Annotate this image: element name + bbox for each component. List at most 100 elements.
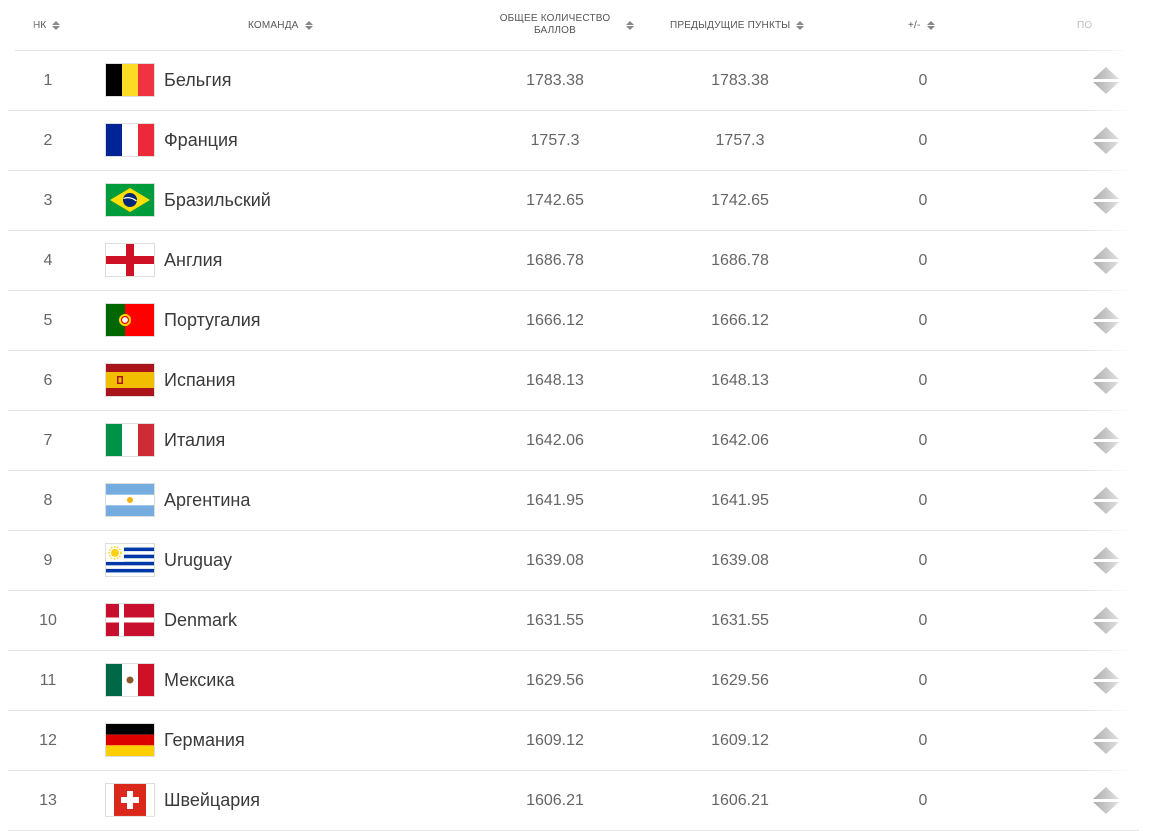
- no-change-arrows-icon: [1093, 186, 1119, 215]
- team-name[interactable]: Англия: [164, 231, 222, 290]
- team-name[interactable]: Denmark: [164, 591, 237, 650]
- position-change-cell: [1093, 771, 1119, 830]
- rank-cell: 7: [43, 431, 53, 449]
- rank-cell: 1: [43, 71, 53, 89]
- header-team[interactable]: КОМАНДА: [248, 0, 313, 50]
- table-row[interactable]: 2 Франция 1757.3 1757.3 0: [8, 111, 1139, 171]
- spain-flag-icon: [106, 364, 154, 396]
- no-change-arrows-icon: [1093, 366, 1119, 395]
- diff-cell: 0: [918, 371, 928, 389]
- table-row[interactable]: 7 Италия 1642.06 1642.06 0: [8, 411, 1139, 471]
- team-name[interactable]: Швейцария: [164, 771, 260, 830]
- portugal-flag-icon: [106, 304, 154, 336]
- table-header: НК КОМАНДА ОБЩЕЕ КОЛИЧЕСТВО БАЛЛОВ ПРЕДЫ…: [15, 0, 1124, 51]
- no-change-arrows-icon: [1093, 726, 1119, 755]
- sort-icon: [626, 20, 634, 30]
- no-change-arrows-icon: [1093, 66, 1119, 95]
- table-row[interactable]: 10 Denmark 1631.55 1631.55 0: [8, 591, 1139, 651]
- diff-cell: 0: [918, 311, 928, 329]
- no-change-arrows-icon: [1093, 246, 1119, 275]
- previous-points-cell: 1629.56: [711, 671, 769, 689]
- team-name[interactable]: Аргентина: [164, 471, 250, 530]
- previous-points-cell: 1606.21: [711, 791, 769, 809]
- team-name[interactable]: Италия: [164, 411, 225, 470]
- header-position[interactable]: ПО: [1077, 0, 1092, 50]
- italy-flag-icon: [106, 424, 154, 456]
- diff-cell: 0: [918, 191, 928, 209]
- table-row[interactable]: 11 Мексика 1629.56 1629.56 0: [8, 651, 1139, 711]
- table-row[interactable]: 13 Швейцария 1606.21 1606.21 0: [8, 771, 1139, 831]
- no-change-arrows-icon: [1093, 486, 1119, 515]
- switzerland-flag-icon: [106, 784, 154, 816]
- previous-points-cell: 1783.38: [711, 71, 769, 89]
- no-change-arrows-icon: [1093, 306, 1119, 335]
- no-change-arrows-icon: [1093, 546, 1119, 575]
- uruguay-flag-icon: [106, 544, 154, 576]
- total-points-cell: 1783.38: [526, 71, 584, 89]
- team-name[interactable]: Германия: [164, 711, 245, 770]
- total-points-cell: 1648.13: [526, 371, 584, 389]
- total-points-cell: 1742.65: [526, 191, 584, 209]
- previous-points-cell: 1757.3: [715, 131, 765, 149]
- sort-icon: [926, 20, 935, 30]
- total-points-cell: 1609.12: [526, 731, 584, 749]
- sort-icon: [52, 20, 61, 30]
- rank-cell: 11: [39, 671, 57, 689]
- rank-cell: 13: [39, 791, 57, 809]
- previous-points-cell: 1686.78: [711, 251, 769, 269]
- header-total-points[interactable]: ОБЩЕЕ КОЛИЧЕСТВО БАЛЛОВ: [490, 0, 650, 50]
- rank-cell: 2: [43, 131, 53, 149]
- team-name[interactable]: Uruguay: [164, 531, 232, 590]
- sort-icon: [304, 20, 313, 30]
- fifa-ranking-table: НК КОМАНДА ОБЩЕЕ КОЛИЧЕСТВО БАЛЛОВ ПРЕДЫ…: [0, 0, 1154, 831]
- rank-cell: 12: [39, 731, 57, 749]
- table-row[interactable]: 8 Аргентина 1641.95 1641.95 0: [8, 471, 1139, 531]
- previous-points-cell: 1642.06: [711, 431, 769, 449]
- header-diff[interactable]: +/-: [908, 0, 935, 50]
- total-points-cell: 1631.55: [526, 611, 584, 629]
- germany-flag-icon: [106, 724, 154, 756]
- team-name[interactable]: Бразильский: [164, 171, 271, 230]
- brazil-flag-icon: [106, 184, 154, 216]
- team-name[interactable]: Бельгия: [164, 51, 231, 110]
- england-flag-icon: [106, 244, 154, 276]
- fade-overlay-left: [0, 0, 40, 50]
- diff-cell: 0: [918, 431, 928, 449]
- total-points-cell: 1629.56: [526, 671, 584, 689]
- table-row[interactable]: 12 Германия 1609.12 1609.12 0: [8, 711, 1139, 771]
- position-change-cell: [1093, 111, 1119, 170]
- table-row[interactable]: 4 Англия 1686.78 1686.78 0: [8, 231, 1139, 291]
- table-row[interactable]: 5 Португалия 1666.12 1666.12 0: [8, 291, 1139, 351]
- rank-cell: 4: [43, 251, 53, 269]
- rank-cell: 9: [43, 551, 53, 569]
- diff-cell: 0: [918, 71, 928, 89]
- mexico-flag-icon: [106, 664, 154, 696]
- position-change-cell: [1093, 531, 1119, 590]
- diff-cell: 0: [918, 731, 928, 749]
- table-row[interactable]: 9 Uruguay 1639.08 1639.08 0: [8, 531, 1139, 591]
- diff-cell: 0: [918, 251, 928, 269]
- team-name[interactable]: Мексика: [164, 651, 235, 710]
- rank-cell: 5: [43, 311, 53, 329]
- total-points-cell: 1666.12: [526, 311, 584, 329]
- previous-points-cell: 1641.95: [711, 491, 769, 509]
- no-change-arrows-icon: [1093, 126, 1119, 155]
- position-change-cell: [1093, 231, 1119, 290]
- rank-cell: 8: [43, 491, 53, 509]
- position-change-cell: [1093, 351, 1119, 410]
- header-previous-points[interactable]: ПРЕДЫДУЩИЕ ПУНКТЫ: [670, 0, 805, 50]
- table-row[interactable]: 1 Бельгия 1783.38 1783.38 0: [8, 51, 1139, 111]
- team-name[interactable]: Португалия: [164, 291, 261, 350]
- rank-cell: 6: [43, 371, 53, 389]
- total-points-cell: 1641.95: [526, 491, 584, 509]
- argentina-flag-icon: [106, 484, 154, 516]
- denmark-flag-icon: [106, 604, 154, 636]
- table-row[interactable]: 3 Бразильский 1742.65 1742.65 0: [8, 171, 1139, 231]
- total-points-cell: 1642.06: [526, 431, 584, 449]
- team-name[interactable]: Франция: [164, 111, 238, 170]
- table-row[interactable]: 6 Испания 1648.13 1648.13 0: [8, 351, 1139, 411]
- total-points-cell: 1606.21: [526, 791, 584, 809]
- position-change-cell: [1093, 711, 1119, 770]
- total-points-cell: 1686.78: [526, 251, 584, 269]
- team-name[interactable]: Испания: [164, 351, 235, 410]
